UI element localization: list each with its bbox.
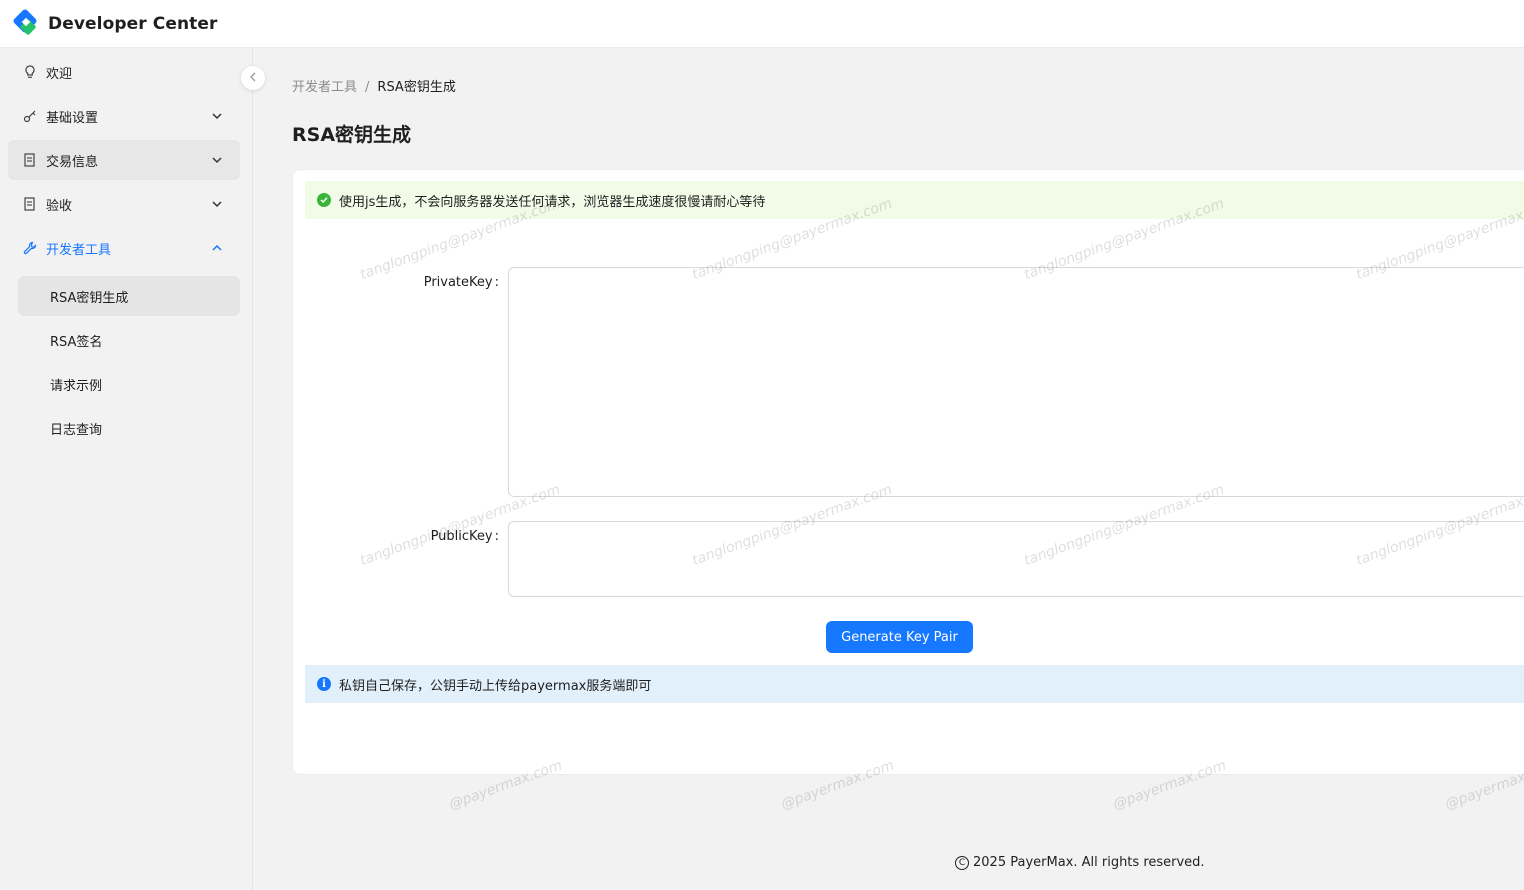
sidebar-item-label: 交易信息	[46, 154, 99, 170]
sidebar-item-label: 欢迎	[46, 66, 73, 82]
public-key-label: PublicKey:	[430, 529, 499, 544]
breadcrumb-separator: /	[365, 80, 370, 95]
sidebar-item-label: 验收	[46, 198, 73, 214]
sidebar-item-transactions[interactable]: 交易信息	[8, 140, 240, 180]
chevron-up-icon	[212, 242, 222, 257]
receipt-icon	[23, 197, 37, 211]
info-circle-icon: i	[317, 677, 331, 691]
info-alert-text: 私钥自己保存，公钥手动上传给payermax服务端即可	[339, 678, 652, 694]
wrench-icon	[23, 241, 37, 255]
sidebar-collapse-button[interactable]	[241, 66, 265, 90]
page-title: RSA密钥生成	[292, 124, 412, 146]
sidebar-item-developer-tools[interactable]: 开发者工具	[8, 228, 240, 268]
chevron-left-icon	[249, 71, 257, 86]
receipt-icon	[23, 153, 37, 167]
sidebar-item-welcome[interactable]: 欢迎	[8, 52, 240, 92]
bulb-icon	[23, 65, 37, 79]
sidebar-subitem-request-example[interactable]: 请求示例	[18, 364, 240, 404]
private-key-label: PrivateKey:	[423, 275, 499, 290]
footer: C 2025 PayerMax. All rights reserved.	[955, 855, 1205, 870]
private-key-textarea[interactable]	[508, 267, 1524, 497]
logo-icon[interactable]	[12, 7, 39, 37]
chevron-down-icon	[212, 110, 222, 125]
app-title[interactable]: Developer Center	[48, 14, 218, 34]
footer-copyright: 2025 PayerMax. All rights reserved.	[973, 855, 1205, 870]
top-header: Developer Center	[0, 0, 1524, 48]
copyright-icon: C	[955, 855, 969, 870]
sidebar-subitem-rsa-sign[interactable]: RSA签名	[18, 320, 240, 360]
breadcrumb: 开发者工具 / RSA密钥生成	[292, 76, 456, 95]
sidebar-subitem-label: 日志查询	[50, 422, 103, 438]
check-circle-icon	[317, 193, 331, 207]
sidebar-subitem-log-query[interactable]: 日志查询	[18, 408, 240, 448]
chevron-down-icon	[212, 198, 222, 213]
sidebar-item-basic-settings[interactable]: 基础设置	[8, 96, 240, 136]
key-icon	[23, 109, 37, 123]
sidebar-item-label: 基础设置	[46, 110, 99, 126]
breadcrumb-parent[interactable]: 开发者工具	[292, 80, 357, 95]
sidebar-subitem-label: RSA签名	[50, 334, 103, 350]
success-alert: 使用js生成，不会向服务器发送任何请求，浏览器生成速度很慢请耐心等待	[305, 181, 1524, 219]
public-key-textarea[interactable]	[508, 521, 1524, 597]
chevron-down-icon	[212, 154, 222, 169]
breadcrumb-current: RSA密钥生成	[377, 80, 456, 95]
sidebar-item-acceptance[interactable]: 验收	[8, 184, 240, 224]
sidebar-item-label: 开发者工具	[46, 242, 112, 258]
generate-key-pair-button[interactable]: Generate Key Pair	[826, 621, 973, 653]
sidebar-subitem-label: RSA密钥生成	[50, 290, 129, 306]
sidebar-subitem-label: 请求示例	[50, 378, 103, 394]
info-alert: i 私钥自己保存，公钥手动上传给payermax服务端即可	[305, 665, 1524, 703]
success-alert-text: 使用js生成，不会向服务器发送任何请求，浏览器生成速度很慢请耐心等待	[339, 194, 766, 210]
sidebar-subitem-rsa-keygen[interactable]: RSA密钥生成	[18, 276, 240, 316]
